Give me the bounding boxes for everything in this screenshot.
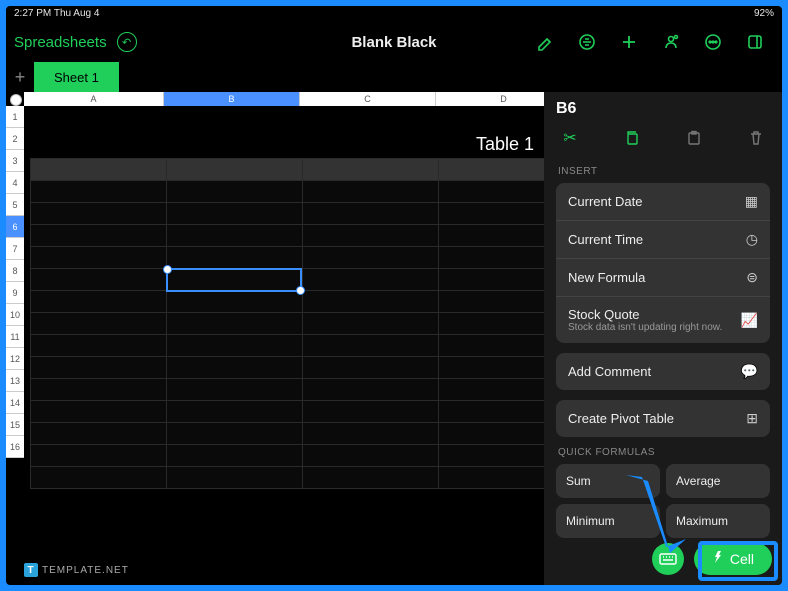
status-time: 2:27 PM Thu Aug 4 — [14, 8, 99, 22]
annotation-arrow-icon — [626, 475, 696, 555]
undo-icon[interactable]: ↶ — [117, 32, 137, 52]
copy-icon[interactable] — [622, 128, 642, 148]
select-all-corner[interactable] — [10, 94, 22, 106]
more-icon[interactable] — [704, 33, 722, 51]
plus-icon[interactable] — [620, 33, 638, 51]
row-header[interactable]: 8 — [6, 260, 24, 282]
row-headers[interactable]: 1 2 3 4 5 6 7 8 9 10 11 12 13 14 15 16 — [6, 106, 24, 458]
item-label: New Formula — [568, 270, 645, 285]
row-header[interactable]: 4 — [6, 172, 24, 194]
inspector-icon[interactable] — [746, 33, 764, 51]
row-header[interactable]: 5 — [6, 194, 24, 216]
col-header-a[interactable]: A — [24, 92, 164, 106]
pivot-icon: ⊞ — [746, 410, 758, 427]
cut-icon[interactable]: ✂ — [560, 128, 580, 148]
insert-section-label: INSERT — [558, 166, 770, 177]
quick-formulas-label: QUICK FORMULAS — [558, 447, 770, 458]
calendar-icon: ▦ — [745, 193, 758, 210]
status-bar: 2:27 PM Thu Aug 4 92% — [6, 6, 782, 22]
stock-chart-icon: 📈 — [741, 312, 758, 329]
insert-new-formula[interactable]: New Formula ⊜ — [556, 258, 770, 296]
selection-handle-br[interactable] — [296, 286, 305, 295]
col-header-b[interactable]: B — [164, 92, 300, 106]
equals-icon: ⊜ — [746, 269, 758, 286]
row-header[interactable]: 13 — [6, 370, 24, 392]
sheet-tab-1[interactable]: Sheet 1 — [34, 62, 119, 92]
comment-icon: 💬 — [741, 363, 758, 380]
row-header[interactable]: 9 — [6, 282, 24, 304]
row-header[interactable]: 6 — [6, 216, 24, 238]
selection-handle-tl[interactable] — [163, 265, 172, 274]
item-label: Current Time — [568, 232, 643, 247]
row-header[interactable]: 12 — [6, 348, 24, 370]
main-toolbar: Spreadsheets ↶ Blank Black — [6, 22, 782, 62]
row-header[interactable]: 10 — [6, 304, 24, 326]
item-label: Add Comment — [568, 364, 651, 379]
brush-icon[interactable] — [536, 33, 554, 51]
insert-stock-quote[interactable]: Stock QuoteStock data isn't updating rig… — [556, 296, 770, 343]
row-header[interactable]: 7 — [6, 238, 24, 260]
document-title[interactable]: Blank Black — [351, 34, 436, 51]
annotation-highlight — [698, 541, 778, 581]
item-label: Create Pivot Table — [568, 411, 674, 426]
row-header[interactable]: 2 — [6, 128, 24, 150]
clock-icon: ◷ — [746, 231, 758, 248]
item-sublabel: Stock data isn't updating right now. — [568, 322, 722, 333]
selected-cell[interactable] — [166, 268, 302, 292]
item-label: Stock Quote — [568, 307, 722, 322]
insert-current-date[interactable]: Current Date ▦ — [556, 183, 770, 220]
filter-icon[interactable] — [578, 33, 596, 51]
back-spreadsheets[interactable]: Spreadsheets — [14, 34, 107, 51]
row-header[interactable]: 11 — [6, 326, 24, 348]
row-header[interactable]: 16 — [6, 436, 24, 458]
add-comment[interactable]: Add Comment 💬 — [556, 353, 770, 390]
panel-cell-reference: B6 — [556, 100, 770, 118]
create-pivot-table[interactable]: Create Pivot Table ⊞ — [556, 400, 770, 437]
table-title[interactable]: Table 1 — [476, 134, 534, 155]
share-icon[interactable] — [662, 33, 680, 51]
sheet-tabs: + Sheet 1 — [6, 62, 782, 92]
add-sheet-button[interactable]: + — [6, 62, 34, 92]
row-header[interactable]: 3 — [6, 150, 24, 172]
insert-current-time[interactable]: Current Time ◷ — [556, 220, 770, 258]
watermark-logo-icon: T — [24, 563, 38, 577]
watermark-text: TEMPLATE.NET — [42, 565, 129, 576]
col-header-c[interactable]: C — [300, 92, 436, 106]
row-header[interactable]: 14 — [6, 392, 24, 414]
status-battery: 92% — [754, 8, 774, 22]
item-label: Current Date — [568, 194, 642, 209]
delete-icon[interactable] — [746, 128, 766, 148]
paste-icon[interactable] — [684, 128, 704, 148]
watermark: T TEMPLATE.NET — [24, 563, 129, 577]
row-header[interactable]: 1 — [6, 106, 24, 128]
row-header[interactable]: 15 — [6, 414, 24, 436]
